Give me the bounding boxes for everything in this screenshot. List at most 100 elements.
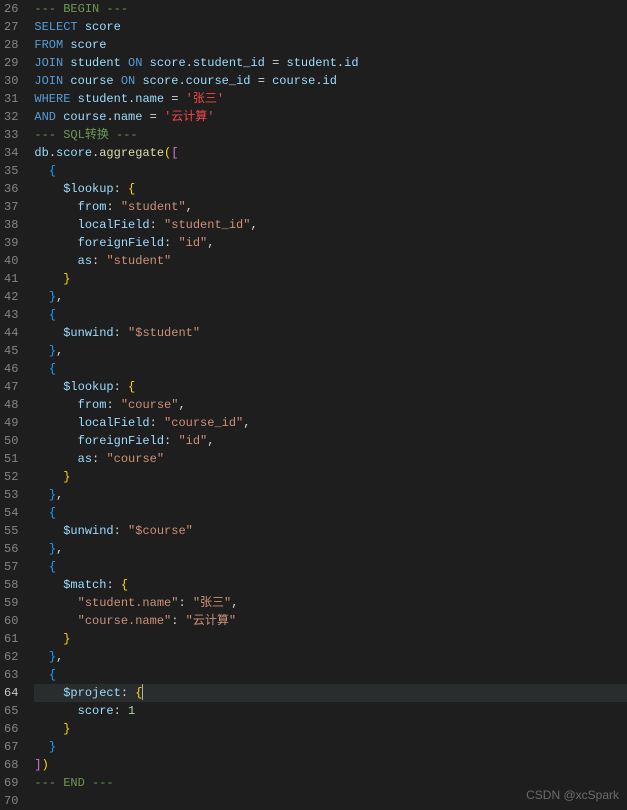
code-area[interactable]: --- BEGIN ---SELECT scoreFROM scoreJOIN … — [28, 0, 627, 810]
code-line[interactable]: FROM score — [34, 36, 627, 54]
token-punc: . — [49, 146, 56, 160]
token-brace: { — [128, 380, 135, 394]
line-number: 61 — [4, 630, 18, 648]
code-line[interactable]: } — [34, 630, 627, 648]
token-white — [70, 92, 77, 106]
code-line[interactable]: --- BEGIN --- — [34, 0, 627, 18]
code-line[interactable]: } — [34, 270, 627, 288]
code-line[interactable]: score: 1 — [34, 702, 627, 720]
code-line[interactable]: foreignField: "id", — [34, 234, 627, 252]
code-line[interactable]: $lookup: { — [34, 378, 627, 396]
line-number: 50 — [4, 432, 18, 450]
code-editor[interactable]: 2627282930313233343536373839404142434445… — [0, 0, 627, 810]
code-line[interactable]: { — [34, 306, 627, 324]
code-line[interactable]: } — [34, 468, 627, 486]
token-white — [34, 560, 48, 574]
code-line[interactable]: }, — [34, 342, 627, 360]
code-line[interactable]: JOIN student ON score.student_id = stude… — [34, 54, 627, 72]
token-white — [34, 650, 48, 664]
token-white — [34, 704, 77, 718]
token-white — [265, 74, 272, 88]
line-number: 62 — [4, 648, 18, 666]
token-kw: JOIN — [34, 56, 63, 70]
token-punc: , — [186, 200, 193, 214]
code-line[interactable]: { — [34, 558, 627, 576]
code-line[interactable]: "course.name": "云计算" — [34, 612, 627, 630]
code-line[interactable]: }, — [34, 288, 627, 306]
token-comment: --- BEGIN --- — [34, 2, 128, 16]
code-line[interactable]: }, — [34, 648, 627, 666]
code-line[interactable]: }, — [34, 486, 627, 504]
line-number: 40 — [4, 252, 18, 270]
token-str: "course" — [106, 452, 164, 466]
token-white — [114, 578, 121, 592]
line-number: 31 — [4, 90, 18, 108]
token-punc: : — [114, 182, 121, 196]
token-ident: $match — [63, 578, 106, 592]
token-ident: $lookup — [63, 380, 113, 394]
code-line[interactable]: from: "course", — [34, 396, 627, 414]
code-line[interactable]: } — [34, 720, 627, 738]
token-ident: $unwind — [63, 524, 113, 538]
token-str: "id" — [178, 434, 207, 448]
code-line[interactable]: { — [34, 504, 627, 522]
line-number: 63 — [4, 666, 18, 684]
line-number: 38 — [4, 216, 18, 234]
token-brace: { — [135, 686, 142, 700]
token-punc: , — [243, 416, 250, 430]
code-line[interactable]: { — [34, 162, 627, 180]
code-line[interactable]: }, — [34, 540, 627, 558]
token-punc: : — [150, 218, 157, 232]
code-line[interactable]: } — [34, 738, 627, 756]
token-white — [121, 524, 128, 538]
token-brace3: { — [49, 560, 56, 574]
code-line[interactable]: from: "student", — [34, 198, 627, 216]
token-white — [34, 578, 63, 592]
code-line[interactable]: localField: "student_id", — [34, 216, 627, 234]
token-str: "$student" — [128, 326, 200, 340]
code-line[interactable]: { — [34, 666, 627, 684]
token-white — [178, 614, 185, 628]
token-brace3: } — [49, 542, 56, 556]
token-punc: : — [106, 200, 113, 214]
code-line[interactable]: --- SQL转换 --- — [34, 126, 627, 144]
token-ident: as — [78, 452, 92, 466]
code-line[interactable]: $project: { — [34, 684, 627, 702]
code-line[interactable]: $lookup: { — [34, 180, 627, 198]
token-ident: $lookup — [63, 182, 113, 196]
code-line[interactable]: { — [34, 360, 627, 378]
code-line[interactable]: as: "course" — [34, 450, 627, 468]
token-brace3: { — [49, 164, 56, 178]
code-line[interactable]: SELECT score — [34, 18, 627, 36]
line-number: 47 — [4, 378, 18, 396]
token-ident: score — [56, 146, 92, 160]
line-number: 51 — [4, 450, 18, 468]
code-line[interactable]: JOIN course ON score.course_id = course.… — [34, 72, 627, 90]
token-white — [34, 308, 48, 322]
line-number: 30 — [4, 72, 18, 90]
code-line[interactable]: localField: "course_id", — [34, 414, 627, 432]
code-line[interactable]: WHERE student.name = '张三' — [34, 90, 627, 108]
token-punc: . — [178, 74, 185, 88]
token-white — [114, 74, 121, 88]
token-punc: : — [114, 524, 121, 538]
code-line[interactable]: ]) — [34, 756, 627, 774]
token-white — [34, 632, 63, 646]
line-number: 29 — [4, 54, 18, 72]
code-line[interactable]: $unwind: "$student" — [34, 324, 627, 342]
code-line[interactable]: AND course.name = '云计算' — [34, 108, 627, 126]
code-line[interactable]: foreignField: "id", — [34, 432, 627, 450]
line-number: 36 — [4, 180, 18, 198]
token-punc: , — [250, 218, 257, 232]
token-ident: id — [344, 56, 358, 70]
code-line[interactable]: $match: { — [34, 576, 627, 594]
code-line[interactable]: $unwind: "$course" — [34, 522, 627, 540]
code-line[interactable]: as: "student" — [34, 252, 627, 270]
code-line[interactable]: "student.name": "张三", — [34, 594, 627, 612]
line-number: 67 — [4, 738, 18, 756]
code-line[interactable]: db.score.aggregate([ — [34, 144, 627, 162]
token-white — [142, 110, 149, 124]
token-white — [34, 722, 63, 736]
token-brace2: [ — [171, 146, 178, 160]
token-white — [34, 596, 77, 610]
